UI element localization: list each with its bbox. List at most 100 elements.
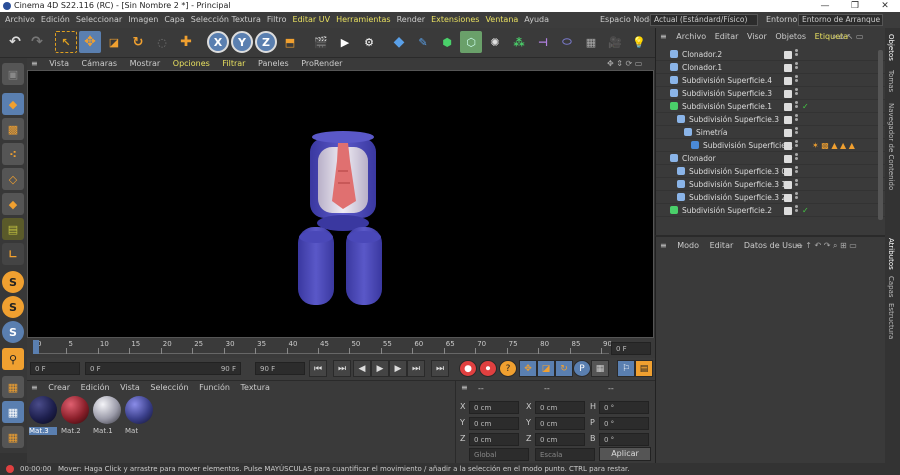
menu-item-1[interactable]: Edición <box>38 15 73 24</box>
coord-size-mode-select[interactable]: Escala <box>535 448 595 461</box>
floor-icon[interactable]: ▦ <box>580 31 602 53</box>
next-key-icon[interactable]: ⏭ <box>407 360 425 377</box>
attribute-menu-modo[interactable]: Modo <box>673 241 703 250</box>
object-menu-objetos[interactable]: Objetos <box>772 32 809 41</box>
tweak-mode-icon[interactable]: ⚲ <box>2 348 24 370</box>
menu-item-9[interactable]: Render <box>394 15 428 24</box>
object-name[interactable]: Subdivisión Superficie.4 <box>682 74 772 87</box>
coord-rot-p-field[interactable]: 0 ° <box>599 417 649 430</box>
menu-item-10[interactable]: Extensiones <box>428 15 482 24</box>
timeline-settings-icon[interactable]: ⚐ <box>617 360 635 377</box>
object-name[interactable]: Subdivisión Superficie.3 2 <box>689 191 786 204</box>
autokey-icon[interactable]: ⏺ <box>479 360 497 377</box>
object-row[interactable]: Subdivisión Superficie.3 1 <box>656 178 886 191</box>
material-menu-seleccion[interactable]: Selección <box>146 383 192 392</box>
menu-item-8[interactable]: Herramientas <box>333 15 394 24</box>
subdivision-surface-icon[interactable]: ⬢ <box>436 31 458 53</box>
field-icon[interactable]: ⬭ <box>556 31 578 53</box>
menu-item-6[interactable]: Filtro <box>264 15 290 24</box>
key-parameter-icon[interactable]: P <box>573 360 591 377</box>
material-menu-crear[interactable]: Crear <box>44 383 74 392</box>
object-row[interactable]: Subdivisión Superficie.3 2 <box>656 191 886 204</box>
object-menu-editar[interactable]: Editar <box>712 32 742 41</box>
material-menu-textura[interactable]: Textura <box>237 383 274 392</box>
viewport-menu-prorender[interactable]: ProRender <box>296 59 347 68</box>
visibility-dots-icon[interactable] <box>795 166 798 176</box>
layer-checkbox-icon[interactable] <box>784 116 792 124</box>
camera-icon[interactable]: 🎥 <box>604 31 626 53</box>
coord-rot-h-field[interactable]: 0 ° <box>599 401 649 414</box>
object-name[interactable]: Subdivisión Superficie.3 0 <box>689 165 786 178</box>
coord-rot-b-field[interactable]: 0 ° <box>599 433 649 446</box>
x-axis-lock-button[interactable]: X <box>207 31 229 53</box>
viewport-menu-mostrar[interactable]: Mostrar <box>125 59 166 68</box>
object-row[interactable]: Clonador <box>656 152 886 165</box>
apply-button[interactable]: Aplicar <box>599 447 651 461</box>
key-scale-icon[interactable]: ◪ <box>537 360 555 377</box>
object-scrollbar[interactable] <box>878 50 883 220</box>
coord-pos-x-field[interactable]: 0 cm <box>469 401 519 414</box>
mograph-icon[interactable]: ⁂ <box>508 31 530 53</box>
key-pla-icon[interactable]: ▦ <box>591 360 609 377</box>
layer-checkbox-icon[interactable] <box>784 64 792 72</box>
object-name[interactable]: Subdivisión Superficie.2 <box>682 204 772 217</box>
visibility-dots-icon[interactable] <box>795 62 798 72</box>
menu-item-2[interactable]: Seleccionar <box>73 15 125 24</box>
object-name[interactable]: Subdivisión Superficie.1 <box>703 139 793 152</box>
restore-button[interactable]: ❐ <box>840 0 870 12</box>
workplane-snap-icon[interactable]: S <box>2 321 24 343</box>
layer-checkbox-icon[interactable] <box>784 103 792 111</box>
tab-capas[interactable]: Capas <box>887 276 895 298</box>
render-view-icon[interactable]: 🎬 <box>310 31 332 53</box>
object-row[interactable]: Clonador.1 <box>656 61 886 74</box>
object-row[interactable]: Subdivisión Superficie.4 <box>656 74 886 87</box>
visibility-dots-icon[interactable] <box>795 88 798 98</box>
visibility-dots-icon[interactable] <box>795 49 798 59</box>
timeline[interactable]: 0 5 10 15 20 25 30 35 40 45 50 55 60 65 70 75 80 85 90 0 F <box>27 338 655 358</box>
material-swatch-mat2[interactable] <box>61 396 89 424</box>
edge-mode-icon[interactable]: ◇ <box>2 168 24 190</box>
attribute-menu-icon[interactable]: ≡ <box>656 241 671 250</box>
range-start-field[interactable]: 0 F 90 F <box>85 362 241 375</box>
object-row[interactable]: Simetría <box>656 126 886 139</box>
coord-size-z-field[interactable]: 0 cm <box>535 433 585 446</box>
object-row[interactable]: Subdivisión Superficie.1 ✶ ▩ ▲ ▲ ▲ <box>656 139 886 152</box>
material-menu-funcion[interactable]: Función <box>195 383 234 392</box>
rotate-tool-icon[interactable]: ↻ <box>127 31 149 53</box>
visibility-dots-icon[interactable] <box>795 153 798 163</box>
material-label-mat[interactable]: Mat <box>125 427 153 435</box>
material-swatch-mat3[interactable] <box>29 396 57 424</box>
menu-item-12[interactable]: Ayuda <box>521 15 552 24</box>
viewport-menu-opciones[interactable]: Opciones <box>168 59 215 68</box>
visibility-dots-icon[interactable] <box>795 205 798 215</box>
menu-item-0[interactable]: Archivo <box>2 15 38 24</box>
object-name[interactable]: Subdivisión Superficie.1 <box>682 100 772 113</box>
object-name[interactable]: Clonador.1 <box>682 61 722 74</box>
key-rotation-icon[interactable]: ↻ <box>555 360 573 377</box>
material-menu-icon[interactable]: ≡ <box>27 383 42 392</box>
y-axis-lock-button[interactable]: Y <box>231 31 253 53</box>
key-position-icon[interactable]: ✥ <box>519 360 537 377</box>
object-row[interactable]: Subdivisión Superficie.3 <box>656 87 886 100</box>
material-label-mat1[interactable]: Mat.1 <box>93 427 121 435</box>
redo-icon[interactable]: ↷ <box>26 31 48 53</box>
viewport-menu-icon[interactable]: ≡ <box>27 59 42 68</box>
object-name[interactable]: Simetría <box>696 126 727 139</box>
layer-checkbox-icon[interactable] <box>784 77 792 85</box>
point-mode-icon[interactable]: ⁖ <box>2 143 24 165</box>
object-menu-visor[interactable]: Visor <box>744 32 770 41</box>
object-name[interactable]: Subdivisión Superficie.3 <box>682 87 772 100</box>
layout-select[interactable]: Entorno de Arranque <box>798 14 883 26</box>
render-picture-viewer-icon[interactable]: ▶ <box>334 31 356 53</box>
key-selection-icon[interactable]: ? <box>499 360 517 377</box>
locked-workplane-icon[interactable]: ▦ <box>2 401 24 423</box>
axis-mode-icon[interactable]: ∟ <box>2 243 24 265</box>
visibility-dots-icon[interactable] <box>795 114 798 124</box>
minimize-button[interactable]: — <box>810 0 840 12</box>
viewport-nav-icons[interactable]: ✥ ⇕ ⟳ ▭ <box>602 58 647 70</box>
next-frame-icon[interactable]: ▶ <box>389 360 407 377</box>
object-row[interactable]: Subdivisión Superficie.3 <box>656 113 886 126</box>
material-swatch-mat1[interactable] <box>93 396 121 424</box>
coord-pos-z-field[interactable]: 0 cm <box>469 433 519 446</box>
viewport[interactable] <box>27 70 654 338</box>
